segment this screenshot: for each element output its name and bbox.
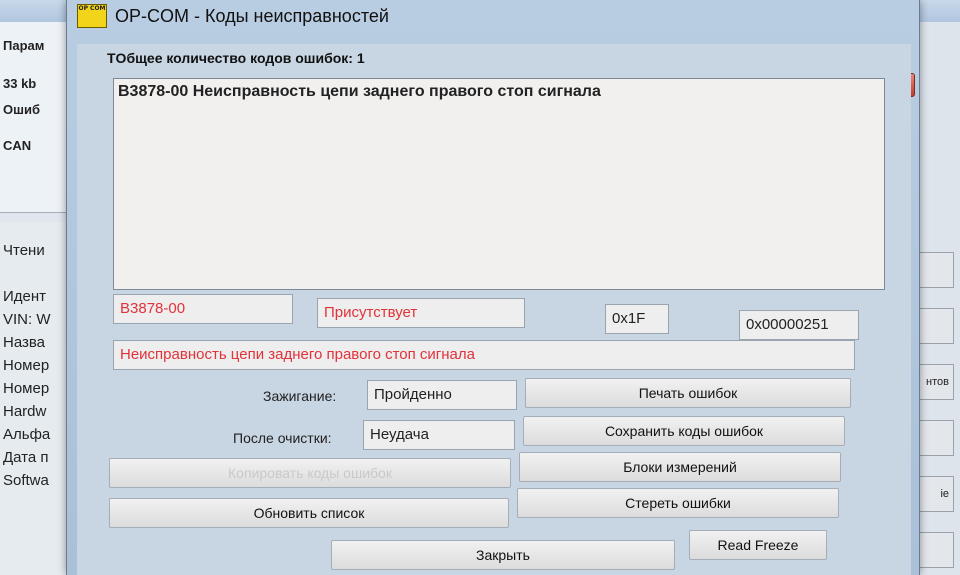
bg-fragment: Альфа [3,426,51,443]
bg-fragment: 33 kb [3,76,37,91]
dialog-title: OP-COM - Коды неисправностей [115,6,389,26]
total-codes-label: TОбщее количество кодов ошибок: 1 [107,50,365,66]
hex-code-field: 0x00000251 [739,310,859,340]
refresh-list-button[interactable]: Обновить список [109,498,509,528]
bg-fragment: Дата п [3,449,49,466]
print-errors-button[interactable]: Печать ошибок [525,378,851,408]
bg-fragment: CAN [3,138,32,153]
copy-codes-button[interactable]: Копировать коды ошибок [109,458,511,488]
read-freeze-button[interactable]: Read Freeze [689,530,827,560]
bg-fragment: Чтени [3,242,45,259]
bg-fragment: Номер [3,357,50,374]
bg-fragment: Идент [3,288,47,305]
ignition-value: Пройденно [367,380,517,410]
code-field: B3878-00 [113,294,293,324]
bg-fragment: Номер [3,380,50,397]
hex-status-field: 0x1F [605,304,669,334]
dialog-client-area: TОбщее количество кодов ошибок: 1 B3878-… [77,44,911,575]
background-identification-panel: Чтени Идент VIN: W Назва Номер Номер Har… [0,222,70,575]
bg-fragment: VIN: W [3,311,51,328]
measurement-blocks-button[interactable]: Блоки измерений [519,452,841,482]
bg-fragment: Ошиб [3,102,40,117]
list-item[interactable]: B3878-00 Неисправность цепи заднего прав… [118,83,601,101]
bg-fragment: Hardw [3,403,47,420]
ignition-label: Зажигание: [263,388,337,404]
background-info-panel: Парам 33 kb Ошиб CAN [0,22,70,213]
bg-fragment: Парам [3,38,45,53]
description-field: Неисправность цепи заднего правого стоп … [113,340,855,370]
status-field: Присутствует [317,298,525,328]
fault-codes-dialog: OP COM OP-COM - Коды неисправностей x TО… [66,0,920,575]
opcom-app-icon: OP COM [77,4,107,28]
after-clear-value: Неудача [363,420,515,450]
dialog-titlebar[interactable]: OP COM OP-COM - Коды неисправностей [67,0,919,40]
save-codes-button[interactable]: Сохранить коды ошибок [523,416,845,446]
close-button[interactable]: Закрыть [331,540,675,570]
clear-errors-button[interactable]: Стереть ошибки [517,488,839,518]
after-clear-label: После очистки: [233,430,332,446]
fault-code-list[interactable]: B3878-00 Неисправность цепи заднего прав… [113,78,885,290]
bg-fragment: Softwa [3,472,49,489]
bg-fragment: Назва [3,334,46,351]
